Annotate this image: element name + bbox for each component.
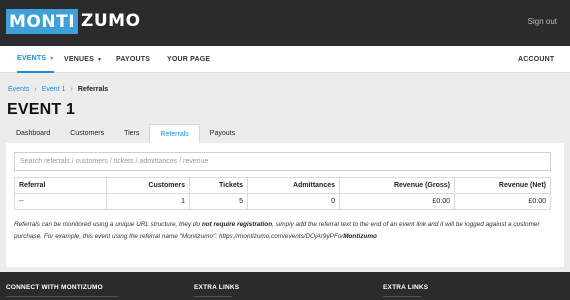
column-header-tickets: Tickets xyxy=(189,177,248,194)
footer-divider xyxy=(383,296,421,297)
referral-help-text: Referrals can be monitored using a uniqu… xyxy=(14,219,554,242)
help-text-example-referral: Montizumo xyxy=(343,232,377,240)
search-input[interactable]: Search referrals / customers / tickets /… xyxy=(14,152,551,171)
table-row: -- 1 5 0 £0.00 £0.00 xyxy=(14,193,551,210)
nav-your-page-label: YOUR PAGE xyxy=(167,56,211,63)
footer-heading-extra-links: EXTRA LINKS xyxy=(194,284,240,291)
footer-heading-extra-links-2: EXTRA LINKS xyxy=(383,284,429,291)
referrals-table: Referral Customers Tickets Admittances R… xyxy=(14,177,551,210)
referrals-panel: Search referrals / customers / tickets /… xyxy=(6,143,564,267)
column-header-customers: Customers xyxy=(106,177,190,194)
footer-divider xyxy=(194,296,232,297)
nav-payouts-label: PAYOUTS xyxy=(116,56,151,63)
footer: CONNECT WITH MONTIZUMO EXTRA LINKS EXTRA… xyxy=(0,272,570,300)
nav-venues-label: VENUES xyxy=(64,56,94,63)
logo[interactable]: MONTI ZUMO xyxy=(6,7,141,35)
logo-text-part1: MONTI xyxy=(6,8,79,34)
table-header-row: Referral Customers Tickets Admittances R… xyxy=(14,177,551,194)
help-text-part1: Referrals can be monitored using a uniqu… xyxy=(14,221,202,228)
column-header-referral: Referral xyxy=(14,177,107,194)
top-bar: MONTI ZUMO Sign out xyxy=(0,0,570,46)
footer-divider xyxy=(6,296,118,297)
cell-admittances: 0 xyxy=(247,193,340,210)
breadcrumb-current: Referrals xyxy=(77,86,109,93)
tab-customers[interactable]: Customers xyxy=(60,124,114,143)
nav-account-label: ACCOUNT xyxy=(518,56,555,63)
cell-customers: 1 xyxy=(106,193,190,210)
nav-payouts[interactable]: PAYOUTS xyxy=(116,46,150,73)
column-header-admittances: Admittances xyxy=(247,177,340,194)
event-tabs: Dashboard Customers Tiers Referrals Payo… xyxy=(6,124,245,143)
cell-tickets: 5 xyxy=(189,193,248,210)
cell-revenue-net: £0.00 xyxy=(454,193,551,210)
nav-account[interactable]: ACCOUNT xyxy=(518,46,554,73)
cell-revenue-gross: £0.00 xyxy=(339,193,455,210)
breadcrumb: Events › Event 1 › Referrals xyxy=(8,86,108,93)
breadcrumb-separator: › xyxy=(70,86,73,93)
logo-text-part2: ZUMO xyxy=(81,11,141,31)
cell-referral: -- xyxy=(14,193,107,210)
breadcrumb-events[interactable]: Events xyxy=(8,86,29,93)
tab-dashboard[interactable]: Dashboard xyxy=(6,124,60,143)
main-nav: EVENTS ▼ VENUES ▼ PAYOUTS YOUR PAGE ACCO… xyxy=(0,46,570,73)
tab-payouts[interactable]: Payouts xyxy=(200,124,245,143)
nav-venues[interactable]: VENUES ▼ xyxy=(64,46,102,73)
nav-your-page[interactable]: YOUR PAGE xyxy=(167,46,210,73)
help-text-emphasis: not require registration xyxy=(201,221,273,228)
sign-out-link[interactable]: Sign out xyxy=(528,17,557,26)
page-title: EVENT 1 xyxy=(7,101,76,118)
chevron-down-icon: ▼ xyxy=(49,55,55,62)
column-header-revenue-net: Revenue (Net) xyxy=(454,177,551,194)
breadcrumb-separator: › xyxy=(34,86,37,93)
chevron-down-icon: ▼ xyxy=(97,56,103,63)
column-header-revenue-gross: Revenue (Gross) xyxy=(339,177,455,194)
breadcrumb-event-1[interactable]: Event 1 xyxy=(42,86,66,93)
tab-tiers[interactable]: Tiers xyxy=(114,124,149,143)
nav-events[interactable]: EVENTS ▼ xyxy=(17,46,55,73)
tab-referrals[interactable]: Referrals xyxy=(149,124,200,143)
footer-heading-connect: CONNECT WITH MONTIZUMO xyxy=(6,284,103,291)
nav-events-label: EVENTS xyxy=(17,55,47,62)
